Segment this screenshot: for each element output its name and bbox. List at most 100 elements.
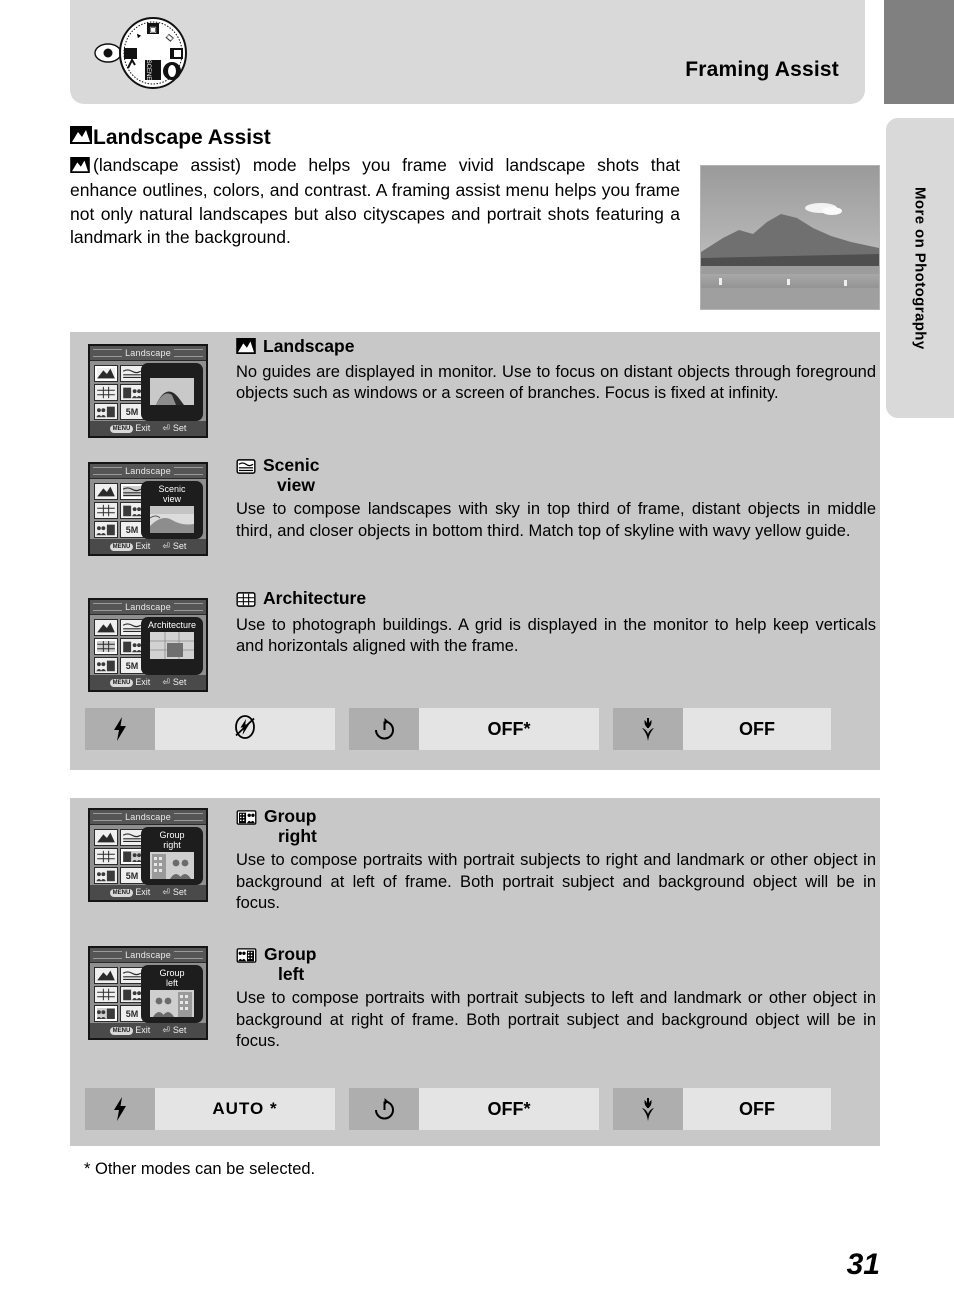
section-group-left-title: Group left — [264, 944, 317, 984]
lcd-exit-label: Exit — [135, 423, 151, 433]
lcd-footer-bar: MENU Exit ⏎ Set — [90, 539, 206, 554]
lcd-title-text: Landscape — [122, 348, 174, 358]
section-scenic-view-heading: Scenic view — [236, 455, 876, 495]
lcd-cell-landscape[interactable] — [94, 483, 118, 500]
setting-self-timer: OFF* — [349, 708, 599, 750]
lcd-preview-image-architecture — [150, 632, 194, 659]
landscape-mode-icon-inline — [70, 157, 90, 177]
intro-heading: Landscape Assist — [70, 126, 680, 150]
setting-self-timer-value[interactable]: OFF* — [419, 708, 599, 750]
lcd-footer-bar: MENU Exit ⏎ Set — [90, 421, 206, 436]
lcd-preview-pane: Group right — [141, 827, 203, 885]
group-left-icon — [236, 947, 257, 968]
setting-flash-value[interactable] — [155, 708, 335, 750]
landscape-mode-icon — [70, 126, 92, 150]
lcd-title-text: Landscape — [122, 466, 174, 476]
enter-arrow-icon: ⏎ — [162, 423, 170, 433]
lcd-set-control[interactable]: ⏎ Set — [162, 421, 186, 436]
lcd-exit-control[interactable]: MENU Exit — [109, 1023, 151, 1038]
lcd-cell-architecture[interactable] — [94, 502, 118, 519]
lcd-cell-group-left[interactable] — [94, 521, 118, 538]
lcd-cell-group-left[interactable] — [94, 657, 118, 674]
enter-arrow-icon: ⏎ — [162, 677, 170, 687]
lcd-cell-architecture[interactable] — [94, 986, 118, 1003]
menu-button-pill: MENU — [109, 424, 134, 433]
lcd-cell-group-left[interactable] — [94, 867, 118, 884]
lcd-cell-image-size-label: 5M — [125, 406, 139, 417]
lcd-set-label: Set — [172, 1025, 187, 1035]
lcd-icon-grid: 5M — [94, 483, 144, 538]
section-scenic-view-title-line1: Scenic — [263, 455, 320, 475]
menu-button-pill: MENU — [109, 1026, 134, 1035]
lcd-cell-landscape[interactable] — [94, 619, 118, 636]
group-right-icon — [236, 809, 257, 830]
scenic-view-icon — [236, 458, 256, 479]
lcd-preview-label-group-right: Group right — [159, 830, 185, 850]
lcd-set-control[interactable]: ⏎ Set — [162, 539, 186, 554]
setting-flash-value[interactable]: AUTO * — [155, 1088, 335, 1130]
self-timer-icon — [349, 708, 419, 750]
lcd-cell-architecture[interactable] — [94, 848, 118, 865]
lcd-icon-grid: 5M — [94, 829, 144, 884]
flash-icon — [85, 1088, 155, 1130]
section-group-left-heading: Group left — [236, 944, 876, 984]
lcd-exit-control[interactable]: MENU Exit — [109, 675, 151, 690]
lcd-preview-scenic-view: Landscape 5M Scenic view MENU Exit ⏎ Set — [88, 462, 208, 556]
lcd-preview-image-group-left — [150, 990, 194, 1017]
lcd-preview-label-architecture: Architecture — [147, 620, 197, 630]
section-group-right-title-line2: right — [278, 826, 317, 847]
setting-self-timer: OFF* — [349, 1088, 599, 1130]
section-group-right-title: Group right — [264, 806, 317, 846]
lcd-exit-control[interactable]: MENU Exit — [109, 539, 150, 554]
lcd-cell-image-size-label: 5M — [125, 1008, 139, 1019]
lcd-cell-architecture[interactable] — [94, 638, 118, 655]
section-group-left-title-line1: Group — [264, 944, 317, 964]
intro-heading-text: Landscape Assist — [93, 126, 271, 149]
lcd-cell-landscape[interactable] — [94, 967, 118, 984]
section-architecture-body: Use to photograph buildings. A grid is d… — [236, 616, 876, 656]
section-architecture-heading: Architecture — [236, 588, 876, 612]
lcd-exit-label: Exit — [135, 1025, 151, 1035]
lcd-cell-landscape[interactable] — [94, 829, 118, 846]
lcd-cell-landscape[interactable] — [94, 365, 118, 382]
setting-flash: AUTO * — [85, 1088, 335, 1130]
setting-macro-value[interactable]: OFF — [683, 708, 831, 750]
section-group-right-heading: Group right — [236, 806, 876, 846]
lcd-footer-bar: MENU Exit ⏎ Set — [90, 675, 206, 690]
lcd-preview-architecture: Landscape 5M Architecture MENU Exit ⏎ Set — [88, 598, 208, 692]
enter-arrow-icon: ⏎ — [162, 887, 170, 897]
lcd-set-control[interactable]: ⏎ Set — [162, 885, 186, 900]
lcd-cell-group-left[interactable] — [94, 1005, 118, 1022]
setting-macro-value[interactable]: OFF — [683, 1088, 831, 1130]
menu-button-pill: MENU — [109, 542, 134, 551]
setting-self-timer-value[interactable]: OFF* — [419, 1088, 599, 1130]
lcd-cell-image-size-label: 5M — [125, 870, 139, 881]
section-landscape-title: Landscape — [263, 336, 355, 356]
lcd-cell-group-left[interactable] — [94, 403, 118, 420]
lcd-exit-control[interactable]: MENU Exit — [109, 421, 151, 436]
lcd-set-control[interactable]: ⏎ Set — [162, 1023, 186, 1038]
macro-flower-icon — [613, 708, 683, 750]
section-group-right-title-line1: Group — [264, 806, 317, 826]
lcd-icon-grid: 5M — [94, 967, 144, 1022]
lcd-set-label: Set — [172, 423, 187, 433]
page-title: Framing Assist — [685, 58, 839, 81]
section-tab-label: More on Photography — [911, 186, 929, 350]
lcd-cell-architecture[interactable] — [94, 384, 118, 401]
section-scenic-view: Scenic view Use to compose landscapes wit… — [236, 455, 876, 542]
lcd-preview-label-group-left: Group left — [159, 968, 185, 988]
section-scenic-view-title-line2: view — [277, 475, 315, 496]
lcd-title-bar: Landscape — [90, 464, 206, 479]
setting-macro: OFF — [613, 708, 831, 750]
section-group-right: Group right Use to compose portraits with… — [236, 806, 876, 915]
lcd-exit-control[interactable]: MENU Exit — [109, 885, 151, 900]
lcd-set-control[interactable]: ⏎ Set — [162, 675, 186, 690]
lcd-title-bar: Landscape — [90, 346, 206, 361]
lcd-title-bar: Landscape — [90, 810, 206, 825]
section-group-left-title-line2: left — [278, 964, 305, 985]
lcd-exit-label: Exit — [135, 677, 151, 687]
lcd-exit-label: Exit — [135, 887, 151, 897]
architecture-grid-icon — [236, 591, 256, 612]
footnote: * Other modes can be selected. — [84, 1160, 316, 1178]
lcd-preview-pane: Scenic view — [141, 481, 203, 539]
